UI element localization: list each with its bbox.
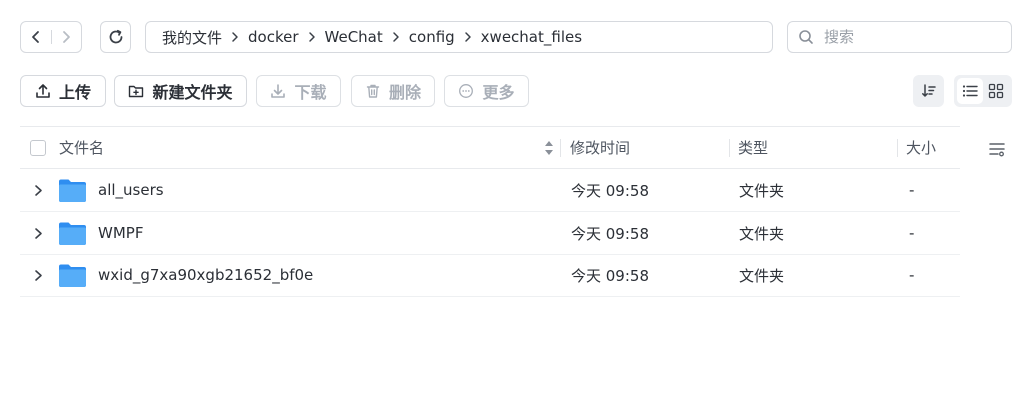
delete-label: 删除 (388, 83, 421, 102)
view-toggle (954, 75, 1012, 107)
folder-icon (58, 212, 87, 254)
column-header-size[interactable]: 大小 (906, 127, 936, 168)
sort-button[interactable] (913, 75, 944, 107)
breadcrumb: 我的文件 docker WeChat config xwechat_files (145, 21, 773, 53)
download-label: 下载 (294, 83, 327, 102)
chevron-right-icon (63, 31, 71, 43)
sort-arrows-icon[interactable] (544, 127, 554, 168)
more-button[interactable]: 更多 (444, 75, 529, 107)
breadcrumb-item-xwechat-files[interactable]: xwechat_files (481, 28, 582, 46)
upload-label: 上传 (58, 83, 91, 102)
file-name[interactable]: all_users (98, 169, 164, 211)
delete-button[interactable]: 删除 (351, 75, 435, 107)
refresh-button[interactable] (100, 21, 131, 53)
breadcrumb-item-my-files[interactable]: 我的文件 (162, 27, 222, 48)
column-header-type[interactable]: 类型 (738, 127, 768, 168)
table-row[interactable]: WMPF 今天 09:58 文件夹 - (20, 212, 960, 255)
new-folder-label: 新建文件夹 (152, 83, 233, 102)
folder-icon (58, 169, 87, 211)
grid-view-icon (988, 83, 1004, 99)
more-icon (459, 84, 474, 98)
column-divider[interactable] (560, 139, 561, 157)
file-modified: 今天 09:58 (571, 181, 649, 200)
file-type: 文件夹 (739, 266, 785, 285)
file-modified: 今天 09:58 (571, 266, 649, 285)
search-input[interactable] (822, 27, 1006, 47)
file-size: - (909, 181, 915, 199)
sort-icon (921, 84, 936, 97)
refresh-icon (109, 29, 122, 44)
download-button[interactable]: 下载 (256, 75, 341, 107)
list-view-icon (962, 85, 978, 97)
expand-chevron-icon[interactable] (34, 212, 43, 254)
file-name[interactable]: wxid_g7xa90xgb21652_bf0e (98, 254, 313, 296)
file-name[interactable]: WMPF (98, 212, 143, 254)
table-row[interactable]: wxid_g7xa90xgb21652_bf0e 今天 09:58 文件夹 - (20, 254, 960, 297)
chevron-left-icon (31, 31, 39, 43)
chevron-right-icon (392, 31, 400, 43)
column-divider[interactable] (729, 139, 730, 157)
file-type: 文件夹 (739, 181, 785, 200)
more-label: 更多 (482, 83, 515, 102)
chevron-right-icon (308, 31, 316, 43)
column-settings-icon (989, 143, 1005, 157)
column-header-modified[interactable]: 修改时间 (570, 127, 630, 168)
list-view-button[interactable] (957, 78, 983, 104)
column-divider[interactable] (897, 139, 898, 157)
folder-icon (58, 254, 87, 296)
breadcrumb-item-config[interactable]: config (409, 28, 455, 46)
file-type: 文件夹 (739, 224, 785, 243)
search-icon (799, 30, 813, 44)
breadcrumb-item-wechat[interactable]: WeChat (325, 28, 383, 46)
breadcrumb-item-docker[interactable]: docker (248, 28, 299, 46)
expand-chevron-icon[interactable] (34, 254, 43, 296)
column-settings-button[interactable] (987, 139, 1007, 159)
file-size: - (909, 224, 915, 242)
expand-chevron-icon[interactable] (34, 169, 43, 211)
new-folder-icon (129, 85, 144, 98)
back-button[interactable] (21, 30, 51, 44)
search-box (787, 21, 1012, 53)
new-folder-button[interactable]: 新建文件夹 (114, 75, 247, 107)
history-nav-group (20, 21, 82, 53)
upload-icon (36, 84, 50, 98)
table-row[interactable]: all_users 今天 09:58 文件夹 - (20, 169, 960, 212)
column-header-name[interactable]: 文件名 (59, 127, 104, 168)
file-modified: 今天 09:58 (571, 224, 649, 243)
chevron-right-icon (231, 31, 239, 43)
select-all-checkbox[interactable] (30, 127, 46, 168)
grid-view-button[interactable] (983, 78, 1009, 104)
trash-icon (366, 84, 380, 98)
table-header: 文件名 修改时间 类型 大小 (20, 126, 960, 169)
chevron-right-icon (464, 31, 472, 43)
download-icon (271, 84, 286, 98)
file-size: - (909, 266, 915, 284)
forward-button[interactable] (50, 30, 82, 44)
upload-button[interactable]: 上传 (20, 75, 106, 107)
